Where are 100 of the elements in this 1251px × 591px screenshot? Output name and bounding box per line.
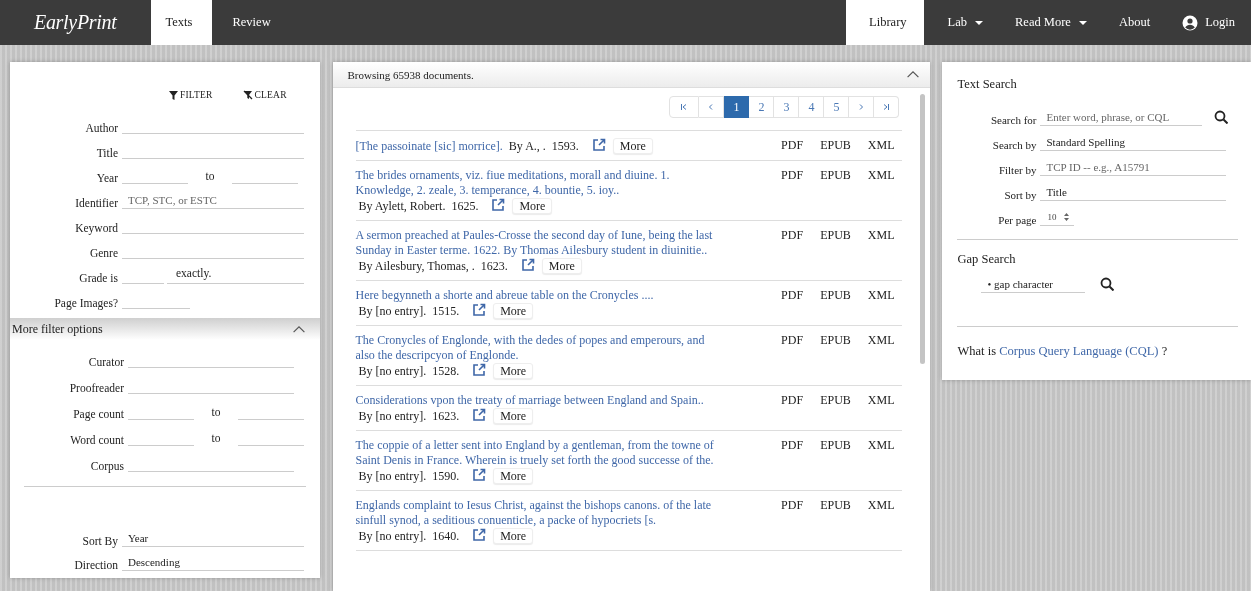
external-link-icon[interactable] xyxy=(472,528,487,542)
document-title-link[interactable]: Here begynneth a shorte and abreue table on the Cronycles .... xyxy=(355,288,654,303)
nav-link[interactable]: About xyxy=(1102,0,1167,45)
download-link[interactable]: PDF xyxy=(781,393,804,424)
external-link-icon[interactable] xyxy=(491,198,506,212)
field-label: Page Images? xyxy=(53,297,119,309)
download-link[interactable]: EPUB xyxy=(820,228,851,274)
document-title-link[interactable]: Considerations vpon the treaty of marriage between England and Spain.. xyxy=(355,393,704,408)
external-link-icon[interactable] xyxy=(472,363,487,377)
download-link[interactable]: XML xyxy=(867,228,895,274)
download-link[interactable]: XML xyxy=(867,498,895,544)
download-link[interactable]: EPUB xyxy=(820,333,851,379)
input-field[interactable]: Standard Spelling xyxy=(1040,134,1227,151)
field-label: Year xyxy=(95,172,119,184)
download-link[interactable]: EPUB xyxy=(820,393,851,424)
document-title-link[interactable]: Englands complaint to Iesus Christ, against the bishops canons. of the late sinfull synod, a seditious conuenticle, a packe of hypocriets [s. xyxy=(355,498,718,528)
caret-icon xyxy=(1078,20,1087,25)
document-title-link[interactable]: [The passoinate [sic] morrice]. xyxy=(355,139,503,154)
field-label: Author xyxy=(84,122,119,134)
nav-link[interactable]: Login xyxy=(1166,0,1251,45)
input-field[interactable]: Enter word, phrase, or CQL xyxy=(1040,109,1203,126)
download-link[interactable]: PDF xyxy=(781,498,804,544)
document-title-link[interactable]: The Cronycles of Englonde, with the dedes of popes and emperours, and also the descripcyon of Englonde. xyxy=(355,333,718,363)
spinner-arrows-icon xyxy=(1064,213,1070,221)
filter-button[interactable]: FILTER xyxy=(169,88,213,102)
help-text: What is Corpus Query Language (CQL) ? xyxy=(957,344,1169,359)
author-text: By A., . xyxy=(508,139,546,153)
range-label: to xyxy=(210,432,222,446)
nav-link[interactable]: Read More xyxy=(999,0,1103,45)
field-label: Proofreader xyxy=(68,382,125,394)
more-button[interactable]: More xyxy=(493,408,534,424)
more-button[interactable]: More xyxy=(493,303,534,319)
year-text: 1623. xyxy=(480,259,508,273)
download-link[interactable]: XML xyxy=(867,438,895,484)
search-icon xyxy=(1214,110,1229,124)
field-label: Identifier xyxy=(74,197,119,209)
more-button[interactable]: More xyxy=(493,528,534,544)
download-link[interactable]: EPUB xyxy=(820,498,851,544)
nav-link[interactable]: Library xyxy=(846,0,924,45)
previous-page-button[interactable] xyxy=(699,96,725,118)
author-text: By [no entry]. xyxy=(358,469,427,483)
user-icon xyxy=(1182,14,1199,31)
input-field[interactable]: Descending xyxy=(122,554,304,571)
download-link[interactable]: EPUB xyxy=(820,138,851,154)
more-button[interactable]: More xyxy=(541,258,582,274)
input-field[interactable]: TCP, STC, or ESTC xyxy=(122,192,304,209)
brand-logo[interactable]: EarlyPrint xyxy=(0,0,147,45)
input-field[interactable]: TCP ID -- e.g., A15791 xyxy=(1040,159,1227,176)
section-header[interactable]: More filter options xyxy=(10,318,320,340)
document-title-link[interactable]: The coppie of a letter sent into England by a gentleman, from the towne of Saint Denis in France. Wherein is truely set forth the good successe of the. xyxy=(355,438,718,468)
nav-tab[interactable]: Review xyxy=(212,0,291,45)
input-field[interactable]: • gap character xyxy=(981,276,1086,293)
year-text: 1590. xyxy=(432,469,460,483)
document-title-link[interactable]: The brides ornaments, viz. fiue meditations, morall and diuine. 1. Knowledge, 2. zeale, 3. temperance, 4. bountie, 5. ioy.. xyxy=(355,168,718,198)
download-link[interactable]: XML xyxy=(867,333,895,379)
help-link[interactable]: Corpus Query Language (CQL) xyxy=(999,344,1159,358)
more-button[interactable]: More xyxy=(493,363,534,379)
nav-tab[interactable]: Texts xyxy=(150,0,213,45)
next-page-button[interactable] xyxy=(849,96,875,118)
last-page-icon xyxy=(882,103,891,111)
download-link[interactable]: XML xyxy=(867,288,895,319)
external-link-icon[interactable] xyxy=(591,138,606,152)
page-button[interactable]: 3 xyxy=(774,96,800,118)
input-field[interactable]: Year xyxy=(122,530,304,547)
input-field[interactable]: exactly. xyxy=(167,267,304,284)
field-label: Direction xyxy=(73,559,119,571)
download-link[interactable]: PDF xyxy=(781,288,804,319)
download-link[interactable]: EPUB xyxy=(820,438,851,484)
more-button[interactable]: More xyxy=(493,468,534,484)
page-button[interactable]: 4 xyxy=(799,96,825,118)
more-button[interactable]: More xyxy=(612,138,653,154)
input-field[interactable]: Title xyxy=(1040,184,1227,201)
field-label: Page count xyxy=(72,408,125,420)
download-link[interactable]: XML xyxy=(867,393,895,424)
download-link[interactable]: XML xyxy=(867,138,895,154)
last-page-button[interactable] xyxy=(874,96,900,118)
page-button[interactable]: 1 xyxy=(724,96,750,118)
download-link[interactable]: PDF xyxy=(781,333,804,379)
nav-link[interactable]: Lab xyxy=(931,0,999,45)
download-link[interactable]: PDF xyxy=(781,228,804,274)
number-field[interactable]: 10 xyxy=(1040,209,1075,226)
document-title-link[interactable]: A sermon preached at Paules-Crosse the second day of Iune, being the last Sunday in Easter terme. 1622. By Thomas Ailesbury student in diuinitie.. xyxy=(355,228,718,258)
author-text: By [no entry]. xyxy=(358,304,427,318)
download-link[interactable]: XML xyxy=(867,168,895,214)
field-label: Search by xyxy=(991,139,1038,151)
external-link-icon[interactable] xyxy=(472,468,487,482)
download-link[interactable]: EPUB xyxy=(820,168,851,214)
clear-button[interactable]: CLEAR xyxy=(242,88,287,102)
download-link[interactable]: PDF xyxy=(781,168,804,214)
external-link-icon[interactable] xyxy=(472,303,487,317)
field-label: Sort by xyxy=(1003,189,1038,201)
page-button[interactable]: 5 xyxy=(824,96,850,118)
download-link[interactable]: EPUB xyxy=(820,288,851,319)
external-link-icon[interactable] xyxy=(472,408,487,422)
download-link[interactable]: PDF xyxy=(781,438,804,484)
more-button[interactable]: More xyxy=(512,198,553,214)
scrollbar[interactable] xyxy=(920,94,926,364)
download-link[interactable]: PDF xyxy=(781,138,804,154)
external-link-icon[interactable] xyxy=(520,258,535,272)
page-button[interactable]: 2 xyxy=(749,96,775,118)
